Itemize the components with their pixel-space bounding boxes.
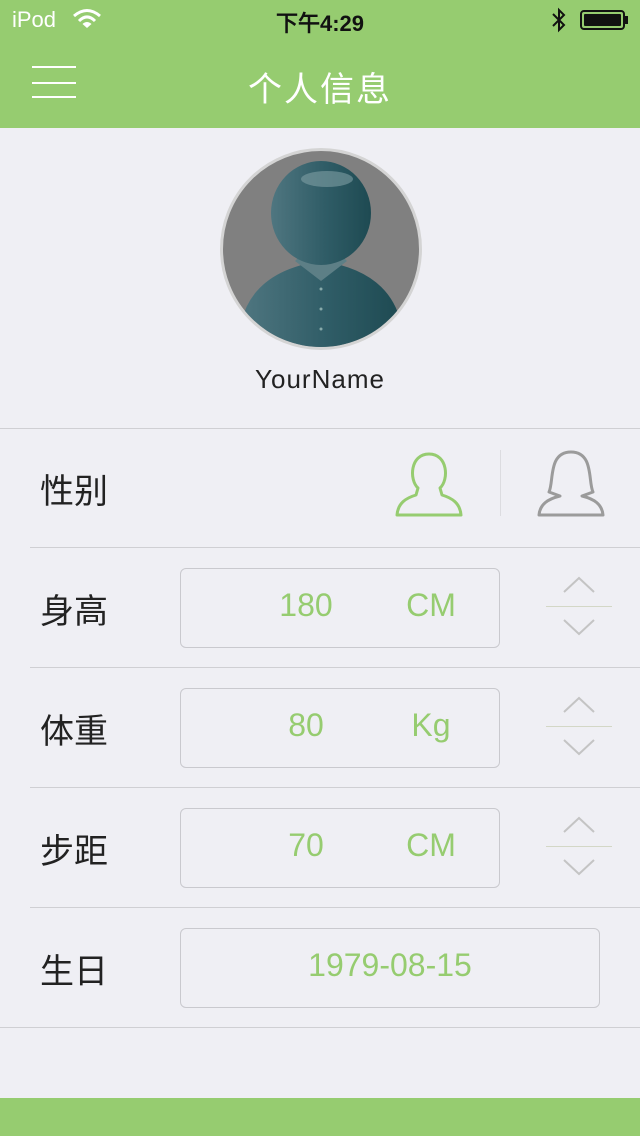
weight-row: 体重 80 Kg: [0, 668, 640, 788]
chevron-down-icon[interactable]: [546, 728, 612, 766]
avatar[interactable]: [220, 148, 422, 350]
profile-section: YourName: [0, 128, 640, 428]
gender-separator: [500, 450, 501, 516]
weight-label: 体重: [40, 712, 108, 752]
chevron-down-icon[interactable]: [546, 848, 612, 886]
weight-input[interactable]: 80 Kg: [180, 688, 500, 768]
height-input[interactable]: 180 CM: [180, 568, 500, 648]
divider: [0, 1027, 640, 1028]
chevron-down-icon[interactable]: [546, 608, 612, 646]
stepper-separator: [546, 846, 612, 847]
status-time: 下午4:29: [275, 11, 365, 36]
chevron-up-icon[interactable]: [546, 688, 612, 726]
chevron-up-icon[interactable]: [546, 808, 612, 846]
male-icon[interactable]: [392, 446, 466, 518]
footer-bar: [0, 1098, 640, 1136]
height-unit: CM: [406, 587, 456, 623]
stride-stepper: [546, 808, 612, 888]
birthday-input[interactable]: 1979-08-15: [180, 928, 600, 1008]
height-row: 身高 180 CM: [0, 548, 640, 668]
birthday-row: 生日 1979-08-15: [0, 908, 640, 1028]
avatar-icon: [241, 161, 401, 347]
height-label: 身高: [40, 592, 108, 632]
weight-unit: Kg: [411, 707, 451, 743]
gender-label: 性别: [40, 472, 108, 512]
status-bar: iPod 下午4:29: [0, 0, 640, 40]
stride-row: 步距 70 CM: [0, 788, 640, 908]
user-name: YourName: [255, 364, 385, 394]
stepper-separator: [546, 726, 612, 727]
weight-stepper: [546, 688, 612, 768]
bluetooth-icon: [552, 7, 566, 33]
stride-label: 步距: [40, 832, 108, 872]
stride-unit: CM: [406, 827, 456, 863]
gender-row: 性别: [0, 428, 640, 548]
female-icon[interactable]: [534, 446, 608, 518]
chevron-up-icon[interactable]: [546, 568, 612, 606]
height-stepper: [546, 568, 612, 648]
page-title: 个人信息: [248, 70, 392, 110]
stride-input[interactable]: 70 CM: [180, 808, 500, 888]
birthday-value: 1979-08-15: [308, 947, 472, 983]
header: iPod 下午4:29 个人信息: [0, 0, 640, 128]
battery-icon: [580, 10, 628, 30]
stepper-separator: [546, 606, 612, 607]
birthday-label: 生日: [40, 952, 108, 992]
